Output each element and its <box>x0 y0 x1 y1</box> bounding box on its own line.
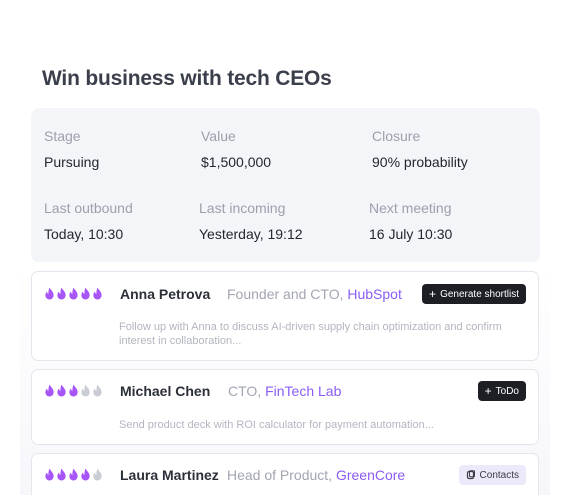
copy-icon <box>466 470 475 480</box>
deal-stats-panel: Stage Pursuing Value $1,500,000 Closure … <box>31 108 540 263</box>
stat-label: Value <box>201 128 236 144</box>
contact-role: Head of Product, GreenCore <box>227 467 405 483</box>
contact-name: Michael Chen <box>120 383 211 399</box>
flame-icon-inactive <box>81 384 90 397</box>
button-label: ToDo <box>495 385 519 397</box>
role-title: Head of Product, <box>227 467 333 483</box>
rating-flames <box>44 468 103 481</box>
flame-icon-active <box>57 384 66 397</box>
company-link[interactable]: HubSpot <box>347 286 401 302</box>
flame-icon-active <box>57 468 66 481</box>
company-link[interactable]: GreenCore <box>336 467 405 483</box>
stat-next-meeting: Next meeting 16 July 10:30 <box>369 200 452 242</box>
contact-role: CTO, FinTech Lab <box>228 383 341 399</box>
flame-icon-active <box>81 287 90 300</box>
flame-icon-active <box>45 468 54 481</box>
page-title: Win business with tech CEOs <box>42 67 332 90</box>
flame-icon-active <box>69 384 78 397</box>
stat-value: Pursuing <box>44 154 100 170</box>
contact-role: Founder and CTO, HubSpot <box>227 286 402 302</box>
rating-flames <box>44 287 103 300</box>
stat-closure: Closure 90% probability <box>372 128 468 170</box>
generate-shortlist-button[interactable]: + Generate shortlist <box>422 284 526 304</box>
contact-name: Laura Martinez <box>120 467 219 483</box>
stat-last-outbound: Last outbound Today, 10:30 <box>44 200 133 242</box>
contact-note: Send product deck with ROI calculator fo… <box>119 419 434 431</box>
stat-label: Closure <box>372 128 421 144</box>
flame-icon-active <box>45 287 54 300</box>
stat-value: $1,500,000 <box>201 154 272 170</box>
contact-name: Anna Petrova <box>120 286 211 302</box>
stat-label: Last incoming <box>199 200 286 216</box>
flame-icon-inactive <box>93 384 102 397</box>
flame-icon-active <box>45 384 54 397</box>
contact-card-michael-chen[interactable]: Michael Chen CTO, FinTech Lab + ToDo Sen… <box>31 369 539 445</box>
todo-button[interactable]: + ToDo <box>477 381 526 401</box>
company-link[interactable]: FinTech Lab <box>265 383 341 399</box>
stat-last-incoming: Last incoming Yesterday, 19:12 <box>199 200 303 242</box>
contact-card-laura-martinez[interactable]: Laura Martinez Head of Product, GreenCor… <box>31 453 539 495</box>
rating-flames <box>44 384 103 397</box>
plus-icon: + <box>429 287 437 301</box>
flame-icon-active <box>81 468 90 481</box>
flame-icon-active <box>93 287 102 300</box>
stat-label: Last outbound <box>44 200 133 216</box>
flame-icon-active <box>57 287 66 300</box>
flame-icon-active <box>69 468 78 481</box>
stat-value: Today, 10:30 <box>44 226 124 242</box>
button-label: Contacts <box>479 469 519 481</box>
stat-value: 16 July 10:30 <box>369 226 453 242</box>
flame-icon-active <box>69 287 78 300</box>
stat-label: Stage <box>44 128 81 144</box>
contact-note: Follow up with Anna to discuss AI-driven… <box>119 321 502 347</box>
contacts-button[interactable]: Contacts <box>458 465 526 485</box>
stat-stage: Stage Pursuing <box>44 128 99 170</box>
button-label: Generate shortlist <box>440 288 519 300</box>
plus-icon: + <box>484 384 492 398</box>
stat-value: 90% probability <box>372 154 468 170</box>
stat-label: Next meeting <box>369 200 452 216</box>
role-title: Founder and CTO, <box>227 286 344 302</box>
role-title: CTO, <box>228 383 262 399</box>
stat-value-amount: Value $1,500,000 <box>201 128 271 170</box>
stat-value: Yesterday, 19:12 <box>199 226 303 242</box>
contact-card-anna-petrova[interactable]: Anna Petrova Founder and CTO, HubSpot + … <box>31 271 539 361</box>
flame-icon-inactive <box>93 468 102 481</box>
